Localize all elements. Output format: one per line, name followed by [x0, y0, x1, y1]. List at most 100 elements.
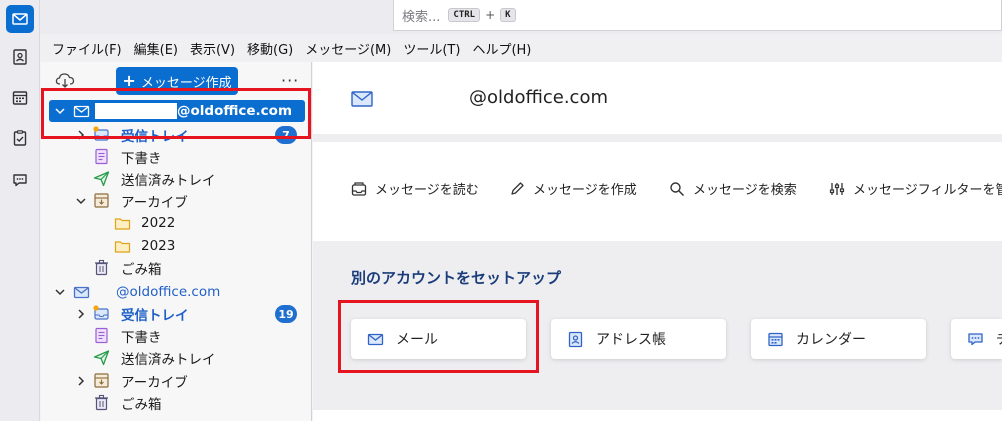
- spaces-toolbar: [0, 0, 40, 421]
- setup-email-label: メール: [396, 332, 438, 348]
- calendar-space-button[interactable]: [6, 84, 34, 112]
- account-row-2[interactable]: @oldoffice.com: [41, 281, 311, 303]
- calendar-icon: [768, 332, 783, 346]
- setup-email-card[interactable]: メール: [351, 319, 526, 359]
- menu-view[interactable]: 表示(V): [184, 39, 241, 58]
- unread-count-badge: 19: [275, 305, 297, 323]
- chevron-down-icon[interactable]: [55, 106, 65, 116]
- sent-icon: [93, 350, 110, 366]
- redacted-username: [383, 88, 468, 110]
- drafts-icon: [95, 148, 108, 165]
- folder-inbox-2[interactable]: 受信トレイ 19: [41, 303, 311, 325]
- compose-button[interactable]: + メッセージ作成: [116, 67, 238, 95]
- setup-address-book-card[interactable]: アドレス帳: [551, 319, 726, 359]
- redacted-username: [95, 103, 177, 119]
- address-book-icon: [13, 49, 27, 65]
- sent-label: 送信済みトレイ: [121, 352, 216, 368]
- account-row-1[interactable]: @oldoffice.com: [49, 100, 305, 122]
- sent-icon: [93, 171, 110, 187]
- get-messages-icon[interactable]: [55, 72, 75, 88]
- setup-chat-card[interactable]: チ: [951, 319, 1002, 359]
- manage-filters-label: メッセージフィルターを管理: [853, 183, 1002, 198]
- folder-sent-1[interactable]: 送信済みトレイ: [41, 168, 311, 190]
- address-book-space-button[interactable]: [6, 43, 34, 71]
- menu-go[interactable]: 移動(G): [241, 39, 299, 58]
- menu-message[interactable]: メッセージ(M): [299, 39, 397, 58]
- account-header: @oldoffice.com: [313, 62, 1002, 134]
- chevron-right-icon[interactable]: [76, 376, 86, 386]
- folder-sent-2[interactable]: 送信済みトレイ: [41, 347, 311, 369]
- calendar-icon: [12, 91, 28, 105]
- inbox-icon: [93, 305, 109, 320]
- menu-help[interactable]: ヘルプ(H): [466, 39, 537, 58]
- folder-pane: + メッセージ作成 ··· @oldoffice.com 受信トレイ 7 下書き…: [41, 62, 312, 421]
- setup-address-book-label: アドレス帳: [596, 332, 666, 348]
- chevron-down-icon[interactable]: [55, 287, 65, 297]
- read-messages-action[interactable]: メッセージを読む: [351, 179, 479, 198]
- archive-label: アーカイブ: [121, 195, 188, 211]
- chat-icon: [13, 174, 27, 187]
- chat-space-button[interactable]: [6, 166, 34, 194]
- global-search-box[interactable]: 検索... CTRL + K: [393, 0, 1002, 31]
- archive-2022-label: 2022: [141, 215, 176, 231]
- chevron-down-icon[interactable]: [76, 196, 86, 206]
- mail-space-button[interactable]: [6, 5, 34, 33]
- manage-filters-action[interactable]: メッセージフィルターを管理: [829, 179, 1002, 198]
- account-central: @oldoffice.com メッセージを読む メッセージを作成 メッセージを検…: [313, 62, 1002, 421]
- folder-trash-2[interactable]: ごみ箱: [41, 392, 311, 414]
- plus-icon: +: [122, 71, 136, 90]
- folder-archive-2022[interactable]: 2022: [41, 212, 311, 234]
- more-options-icon[interactable]: ···: [281, 71, 299, 90]
- drafts-label: 下書き: [121, 330, 162, 346]
- account-1-name: @oldoffice.com: [177, 103, 293, 119]
- chat-icon: [968, 332, 983, 345]
- tasks-space-button[interactable]: [6, 124, 34, 152]
- search-placeholder: 検索...: [402, 9, 441, 25]
- folder-icon: [114, 241, 131, 253]
- archive-label: アーカイブ: [121, 375, 188, 391]
- chevron-right-icon[interactable]: [76, 309, 86, 319]
- archive-icon: [94, 193, 109, 208]
- mail-account-icon: [351, 91, 373, 107]
- read-messages-label: メッセージを読む: [375, 183, 479, 198]
- chevron-right-icon[interactable]: [76, 130, 86, 140]
- mail-account-icon: [73, 286, 90, 299]
- folder-drafts-1[interactable]: 下書き: [41, 146, 311, 168]
- account-title: @oldoffice.com: [469, 87, 608, 108]
- folder-archive-1[interactable]: アーカイブ: [41, 190, 311, 212]
- setup-calendar-label: カレンダー: [796, 332, 866, 348]
- search-icon: [670, 181, 685, 196]
- trash-icon: [95, 259, 108, 276]
- menu-file[interactable]: ファイル(F): [46, 39, 128, 58]
- folder-drafts-2[interactable]: 下書き: [41, 325, 311, 347]
- archive-icon: [94, 373, 109, 388]
- folder-trash-1[interactable]: ごみ箱: [41, 257, 311, 279]
- write-message-action[interactable]: メッセージを作成: [509, 179, 637, 198]
- trash-label: ごみ箱: [121, 397, 162, 413]
- mail-account-icon: [73, 105, 90, 118]
- titlebar: 検索... CTRL + K: [40, 0, 1002, 34]
- folder-inbox-1[interactable]: 受信トレイ 7: [41, 124, 311, 146]
- pencil-icon: [511, 181, 524, 195]
- mail-icon: [367, 333, 384, 345]
- folder-archive-2023[interactable]: 2023: [41, 235, 311, 257]
- shortcut-plus: +: [485, 8, 496, 22]
- mail-icon: [12, 13, 28, 25]
- shortcut-modifier-key: CTRL: [448, 8, 481, 22]
- unread-count-badge: 7: [275, 126, 297, 144]
- trash-icon: [95, 394, 108, 411]
- drafts-icon: [95, 327, 108, 344]
- tasks-icon: [13, 130, 27, 146]
- address-book-icon: [568, 331, 583, 347]
- menu-edit[interactable]: 編集(E): [128, 39, 184, 58]
- menu-tools[interactable]: ツール(T): [397, 39, 466, 58]
- setup-calendar-card[interactable]: カレンダー: [751, 319, 926, 359]
- search-messages-action[interactable]: メッセージを検索: [669, 179, 797, 198]
- trash-label: ごみ箱: [121, 262, 162, 278]
- drafts-label: 下書き: [121, 151, 162, 167]
- read-messages-icon: [351, 181, 367, 196]
- setup-accounts-heading: 別のアカウントをセットアップ: [351, 269, 562, 287]
- shortcut-letter-key: K: [500, 8, 516, 22]
- folder-archive-2[interactable]: アーカイブ: [41, 370, 311, 392]
- account-actions: メッセージを読む メッセージを作成 メッセージを検索 メッセージフィルターを管理: [313, 142, 1002, 241]
